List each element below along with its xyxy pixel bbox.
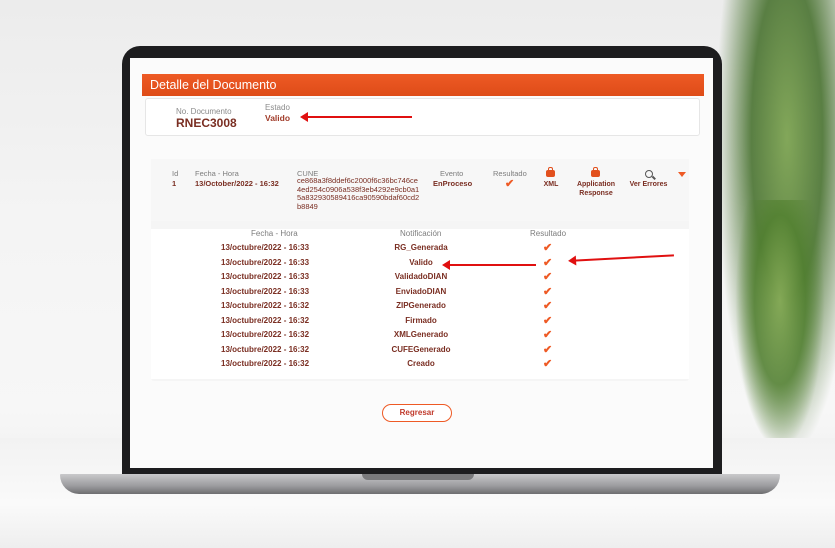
table-row: 13/octubre/2022 - 16:32 Firmado ✔ xyxy=(151,314,689,330)
check-icon: ✔ xyxy=(543,300,553,312)
check-icon: ✔ xyxy=(543,242,553,254)
table-row: 13/octubre/2022 - 16:33 RG_Generada ✔ xyxy=(151,243,689,257)
caret-down-icon[interactable] xyxy=(678,172,686,177)
annotation-arrow-valido xyxy=(442,260,536,270)
event-id: 1 xyxy=(172,179,177,188)
table-row: 13/octubre/2022 - 16:32 Creado ✔ xyxy=(151,359,689,373)
cell-fecha: 13/octubre/2022 - 16:33 xyxy=(221,243,310,252)
table-row: 13/octubre/2022 - 16:32 CUFEGenerado ✔ xyxy=(151,343,689,359)
laptop-notch xyxy=(362,474,474,480)
check-icon: ✔ xyxy=(543,358,553,370)
document-number-label: No. Documento xyxy=(176,107,232,116)
cell-notificacion: Firmado xyxy=(405,315,437,325)
cell-fecha: 13/octubre/2022 - 16:32 xyxy=(221,359,310,368)
briefcase-icon[interactable] xyxy=(546,167,555,177)
briefcase-icon[interactable] xyxy=(591,167,600,177)
annotation-arrow-status xyxy=(300,112,412,122)
col-id: Id xyxy=(172,169,179,178)
table-row: 13/octubre/2022 - 16:32 XMLGenerado ✔ xyxy=(151,330,689,344)
cell-fecha: 13/octubre/2022 - 16:33 xyxy=(221,257,310,267)
document-number: RNEC3008 xyxy=(176,116,237,130)
cell-fecha: 13/octubre/2022 - 16:33 xyxy=(221,286,310,296)
check-icon: ✔ xyxy=(543,314,553,327)
check-icon: ✔ xyxy=(543,271,553,283)
cell-fecha: 13/octubre/2022 - 16:32 xyxy=(221,315,310,325)
cell-fecha: 13/octubre/2022 - 16:32 xyxy=(221,301,310,310)
laptop-screen: Detalle del Documento No. Documento RNEC… xyxy=(130,58,713,468)
notif-col-resultado: Resultado xyxy=(530,229,567,238)
check-icon: ✔ xyxy=(543,329,553,341)
event-fecha-hora: 13/October/2022 - 16:32 xyxy=(195,179,279,188)
event-cune: ce868a3f8ddef6c2000f6c36bc746ce4ed254c09… xyxy=(297,176,420,211)
cell-notificacion: EnviadoDIAN xyxy=(395,286,447,296)
check-icon: ✔ xyxy=(505,178,515,190)
search-icon[interactable] xyxy=(645,170,653,178)
status-label: Estado xyxy=(265,103,290,112)
cell-notificacion: ZIPGenerado xyxy=(396,301,446,310)
cell-notificacion: Creado xyxy=(407,359,435,368)
xml-action[interactable]: XML xyxy=(536,181,566,190)
table-row: 13/octubre/2022 - 16:33 ValidadoDIAN ✔ xyxy=(151,272,689,286)
ver-errores-action[interactable]: Ver Errores xyxy=(626,181,671,190)
cell-notificacion: XMLGenerado xyxy=(393,330,449,339)
cell-notificacion: RG_Generada xyxy=(394,243,448,252)
cell-notificacion: ValidadoDIAN xyxy=(394,272,448,281)
event-card: Id Fecha - Hora CUNE Evento Resultado 1 … xyxy=(151,159,689,381)
col-fecha-hora: Fecha - Hora xyxy=(195,169,239,178)
notifications-table: Fecha - Hora Notificación Resultado 13/o… xyxy=(151,229,689,379)
check-icon: ✔ xyxy=(543,343,553,356)
event-row: Id Fecha - Hora CUNE Evento Resultado 1 … xyxy=(151,159,689,221)
table-row: 13/octubre/2022 - 16:33 EnviadoDIAN ✔ xyxy=(151,285,689,301)
status-value: Valido xyxy=(265,113,291,123)
event-evento: EnProceso xyxy=(433,179,473,188)
cell-fecha: 13/octubre/2022 - 16:33 xyxy=(221,272,310,281)
table-row: 13/octubre/2022 - 16:32 ZIPGenerado ✔ xyxy=(151,301,689,315)
background-plant-leaves xyxy=(735,200,825,450)
cell-fecha: 13/octubre/2022 - 16:32 xyxy=(221,330,310,339)
notif-col-notificacion: Notificación xyxy=(400,229,442,238)
col-evento: Evento xyxy=(440,169,464,178)
notif-col-fecha: Fecha - Hora xyxy=(251,229,298,238)
check-icon: ✔ xyxy=(543,285,553,298)
document-summary-card: No. Documento RNEC3008 Estado Valido xyxy=(145,98,700,136)
page-title: Detalle del Documento xyxy=(142,74,704,96)
cell-fecha: 13/octubre/2022 - 16:32 xyxy=(221,344,310,354)
regresar-button[interactable]: Regresar xyxy=(382,404,452,422)
check-icon: ✔ xyxy=(543,256,553,269)
application-response-action[interactable]: Application Response xyxy=(571,181,621,198)
cell-notificacion: CUFEGenerado xyxy=(391,344,451,354)
